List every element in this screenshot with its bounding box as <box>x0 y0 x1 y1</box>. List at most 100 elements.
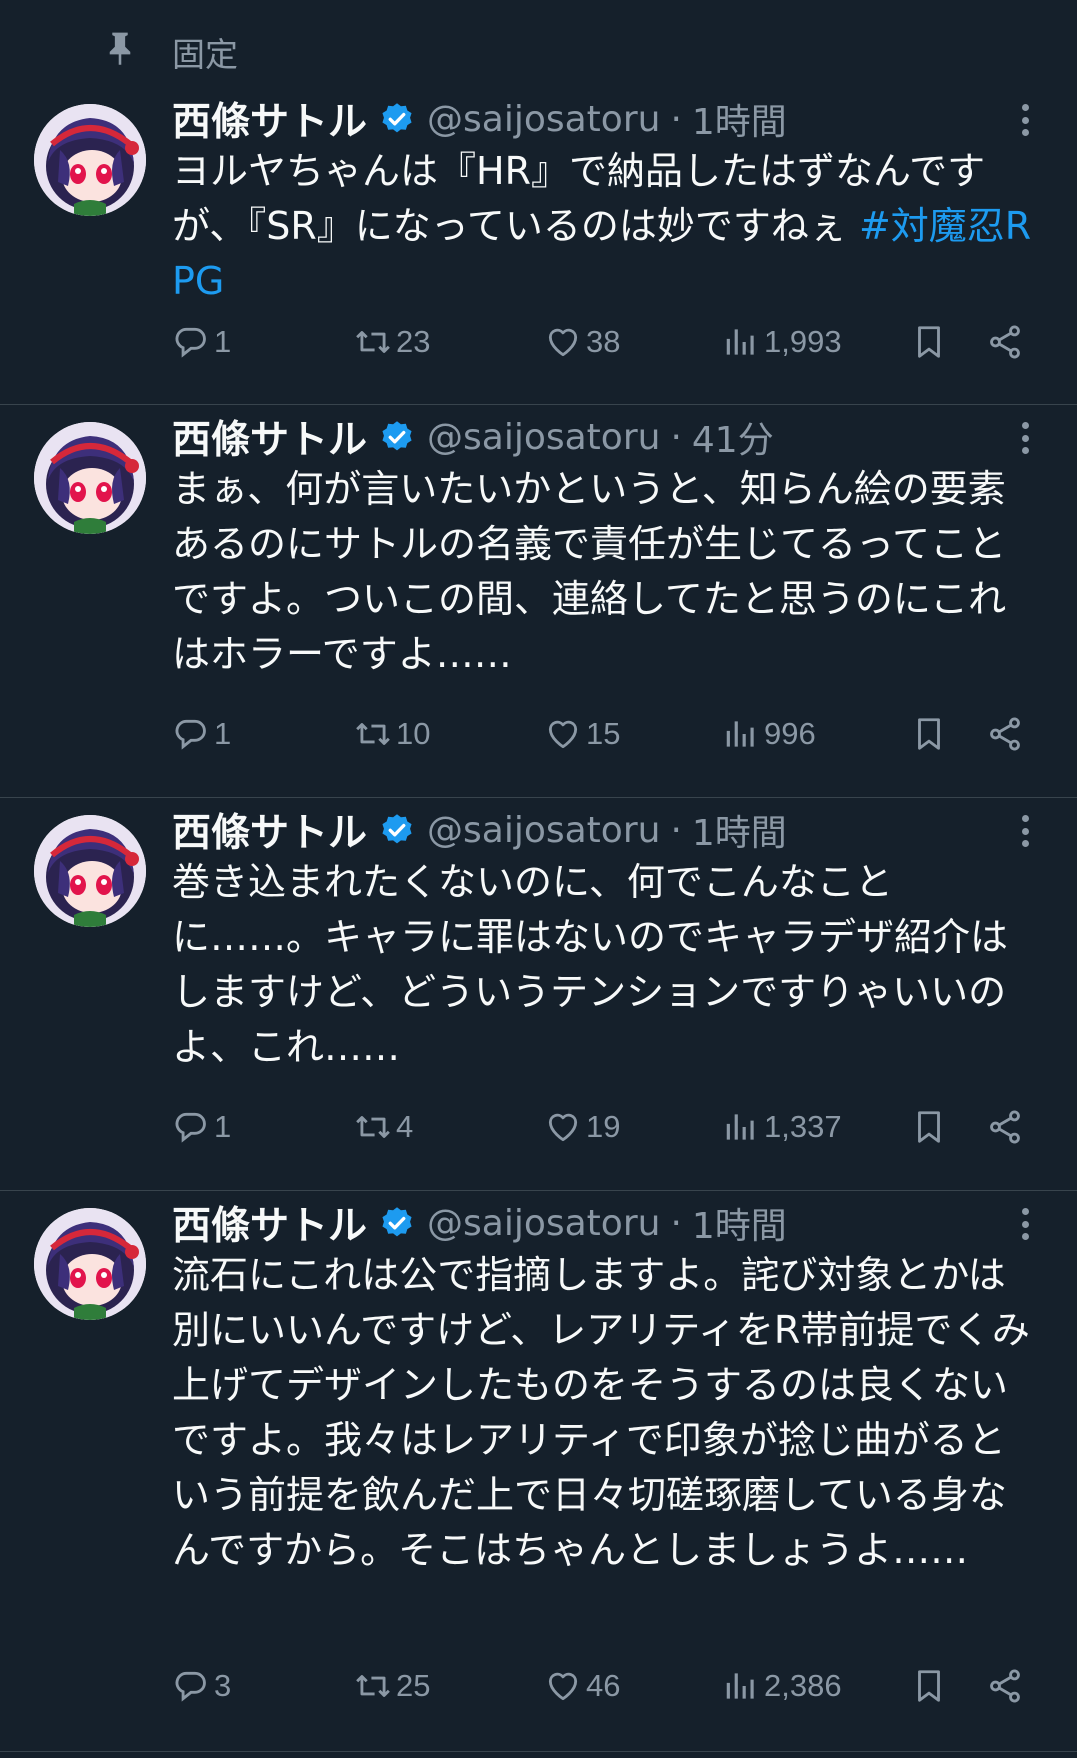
retweet-icon <box>356 331 390 353</box>
display-name[interactable]: 西條サトル <box>172 409 367 465</box>
retweet-icon <box>356 1675 390 1697</box>
avatar[interactable] <box>34 422 146 534</box>
tweet-actions: 1 10 15 996 <box>0 712 1077 756</box>
avatar[interactable] <box>34 1208 146 1320</box>
display-name[interactable]: 西條サトル <box>172 1195 367 1251</box>
timestamp[interactable]: 41分 <box>692 411 774 463</box>
verified-badge-icon <box>382 1207 412 1237</box>
share-icon <box>990 717 1020 751</box>
share-button[interactable] <box>986 1664 1024 1708</box>
tweet[interactable]: 西條サトル @saijosatoru · 1時間 ヨルヤちゃんは『HR』で納品し… <box>0 88 1077 405</box>
reply-count: 3 <box>214 1668 232 1703</box>
bookmark-icon <box>918 718 940 750</box>
retweet-count: 25 <box>396 1668 431 1703</box>
bookmark-button[interactable] <box>910 1664 948 1708</box>
retweet-icon <box>356 723 390 745</box>
tweet-text-content: まぁ、何が言いたいかというと、知らん絵の要素あるのにサトルの名義で責任が生じてる… <box>172 467 1007 676</box>
tweet-actions: 1 23 38 1,993 <box>0 320 1077 364</box>
views-icon <box>726 1673 754 1699</box>
separator-dot: · <box>670 416 682 458</box>
avatar-illustration <box>34 422 146 534</box>
avatar[interactable] <box>34 815 146 927</box>
avatar-illustration <box>34 1208 146 1320</box>
pin-icon <box>109 32 131 65</box>
heart-icon <box>548 1672 578 1701</box>
view-count: 1,337 <box>764 1109 842 1144</box>
reply-button[interactable]: 3 <box>172 1664 231 1708</box>
like-button[interactable]: 46 <box>544 1664 620 1708</box>
more-icon[interactable] <box>1010 811 1040 851</box>
retweet-button[interactable]: 4 <box>354 1105 413 1149</box>
share-button[interactable] <box>986 1105 1024 1149</box>
display-name[interactable]: 西條サトル <box>172 802 367 858</box>
tweet-header: 西條サトル @saijosatoru · 41分 <box>172 409 774 465</box>
share-button[interactable] <box>986 712 1024 756</box>
share-icon <box>990 1110 1020 1144</box>
views-button[interactable]: 996 <box>722 712 816 756</box>
reply-icon <box>175 1671 206 1702</box>
user-handle[interactable]: @saijosatoru <box>427 810 660 851</box>
view-count: 1,993 <box>764 324 842 359</box>
view-count: 2,386 <box>764 1668 842 1703</box>
timestamp[interactable]: 1時間 <box>692 93 787 145</box>
more-icon[interactable] <box>1010 100 1040 140</box>
reply-icon <box>175 1112 206 1143</box>
tweet[interactable]: 西條サトル @saijosatoru · 1時間 巻き込まれたくないのに、何でこ… <box>0 799 1077 1191</box>
views-button[interactable]: 1,337 <box>722 1105 842 1149</box>
verified-badge-icon <box>382 421 412 451</box>
pinned-indicator: 固定 <box>0 0 1077 88</box>
more-icon[interactable] <box>1010 1204 1040 1244</box>
share-icon <box>990 325 1020 359</box>
avatar-illustration <box>34 104 146 216</box>
tweet-header: 西條サトル @saijosatoru · 1時間 <box>172 1195 787 1251</box>
avatar-illustration <box>34 815 146 927</box>
like-button[interactable]: 19 <box>544 1105 620 1149</box>
reply-count: 1 <box>214 324 232 359</box>
bookmark-button[interactable] <box>910 712 948 756</box>
tweet-text: まぁ、何が言いたいかというと、知らん絵の要素あるのにサトルの名義で責任が生じてる… <box>172 462 1042 682</box>
display-name[interactable]: 西條サトル <box>172 91 367 147</box>
share-icon <box>990 1669 1020 1703</box>
avatar[interactable] <box>34 104 146 216</box>
timestamp[interactable]: 1時間 <box>692 804 787 856</box>
tweet-text: 巻き込まれたくないのに、何でこんなことに……。キャラに罪はないのでキャラデザ紹介… <box>172 855 1042 1075</box>
heart-icon <box>548 720 578 749</box>
like-button[interactable]: 38 <box>544 320 620 364</box>
like-count: 38 <box>586 324 621 359</box>
bookmark-icon <box>918 1111 940 1143</box>
tweet-text: 流石にこれは公で指摘しますよ。詫び対象とかは別にいいんですけど、レアリティをR帯… <box>172 1248 1042 1578</box>
bookmark-button[interactable] <box>910 320 948 364</box>
tweet-header: 西條サトル @saijosatoru · 1時間 <box>172 91 787 147</box>
bookmark-button[interactable] <box>910 1105 948 1149</box>
like-count: 46 <box>586 1668 621 1703</box>
pinned-label: 固定 <box>172 35 238 74</box>
user-handle[interactable]: @saijosatoru <box>427 1203 660 1244</box>
share-button[interactable] <box>986 320 1024 364</box>
user-handle[interactable]: @saijosatoru <box>427 417 660 458</box>
views-button[interactable]: 2,386 <box>722 1664 842 1708</box>
tweet-actions: 3 25 46 2,386 <box>0 1664 1077 1708</box>
retweet-icon <box>356 1116 390 1138</box>
timestamp[interactable]: 1時間 <box>692 1197 787 1249</box>
views-icon <box>726 1114 754 1140</box>
like-count: 15 <box>586 716 621 751</box>
user-handle[interactable]: @saijosatoru <box>427 99 660 140</box>
reply-button[interactable]: 1 <box>172 320 231 364</box>
reply-icon <box>175 327 206 358</box>
tweet-text-content: 巻き込まれたくないのに、何でこんなことに……。キャラに罪はないのでキャラデザ紹介… <box>172 860 1009 1069</box>
verified-badge-icon <box>382 814 412 844</box>
retweet-button[interactable]: 23 <box>354 320 430 364</box>
like-button[interactable]: 15 <box>544 712 620 756</box>
views-icon <box>726 329 754 355</box>
tweet[interactable]: 西條サトル @saijosatoru · 41分 まぁ、何が言いたいかというと、… <box>0 406 1077 798</box>
tweet-text-content: 流石にこれは公で指摘しますよ。詫び対象とかは別にいいんですけど、レアリティをR帯… <box>172 1253 1030 1572</box>
reply-button[interactable]: 1 <box>172 1105 231 1149</box>
more-icon[interactable] <box>1010 418 1040 458</box>
verified-badge-icon <box>382 103 412 133</box>
views-button[interactable]: 1,993 <box>722 320 842 364</box>
retweet-button[interactable]: 25 <box>354 1664 430 1708</box>
heart-icon <box>548 1113 578 1142</box>
reply-button[interactable]: 1 <box>172 712 231 756</box>
retweet-button[interactable]: 10 <box>354 712 430 756</box>
tweet[interactable]: 西條サトル @saijosatoru · 1時間 流石にこれは公で指摘しますよ。… <box>0 1192 1077 1752</box>
